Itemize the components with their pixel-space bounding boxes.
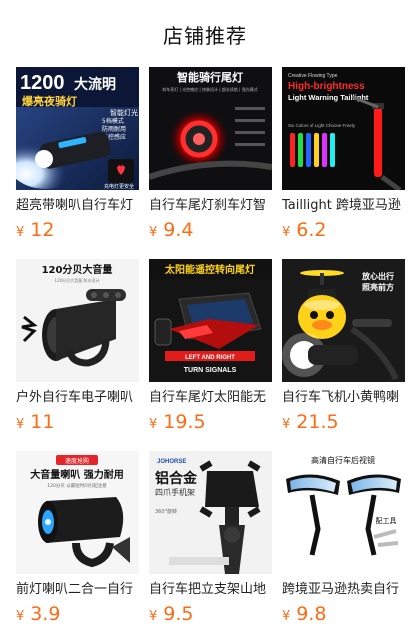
smart-taillight-image: 智能骑行尾灯 刹车亮灯 | 光控感应 | 快装设计 | 超长续航 | 强光模式	[149, 67, 272, 190]
product-image[interactable]: JOHORSE 铝合金 四爪手机架 360°旋转	[149, 451, 272, 574]
svg-text:Six Colors of Light Choose Fr: Six Colors of Light Choose Freely	[288, 123, 356, 128]
product-name[interactable]: 前灯喇叭二合一自行	[16, 581, 139, 599]
svg-text:智能骑行尾灯: 智能骑行尾灯	[177, 70, 243, 84]
svg-text:TURN SIGNALS: TURN SIGNALS	[184, 367, 237, 374]
phone-holder-image: JOHORSE 铝合金 四爪手机架 360°旋转	[149, 451, 272, 574]
svg-text:防雨耐用: 防雨耐用	[102, 125, 126, 133]
bike-mirror-image: 高清自行车后视镜 配工具	[282, 451, 405, 574]
product-card[interactable]: 智能骑行尾灯 刹车亮灯 | 光控感应 | 快装设计 | 超长续航 | 强光模式 …	[149, 67, 272, 244]
product-card[interactable]: 1200 大流明 爆亮夜骑灯 智能灯光 5档模式 防雨耐用 光控感应 充电灯更安…	[16, 67, 139, 244]
svg-text:1200: 1200	[20, 72, 65, 94]
product-price: ¥12	[16, 219, 55, 241]
product-image[interactable]: 太阳能遥控转向尾灯 LEFT AND RIGHT TURN SIGNALS	[149, 259, 272, 382]
svg-text:120分贝 以最短时间引起注意: 120分贝 以最短时间引起注意	[47, 482, 107, 489]
svg-text:360°旋转: 360°旋转	[155, 508, 177, 515]
page-title: 店铺推荐	[163, 24, 247, 48]
svg-text:刹车亮灯 | 光控感应 | 快装设计 | 超长续航 | 强光: 刹车亮灯 | 光控感应 | 快装设计 | 超长续航 | 强光模式	[162, 86, 258, 92]
product-price: ¥9.8	[282, 603, 327, 625]
product-card[interactable]: JOHORSE 铝合金 四爪手机架 360°旋转 自行车把立支架山地 ¥9.5	[149, 451, 272, 628]
solar-taillight-image: 太阳能遥控转向尾灯 LEFT AND RIGHT TURN SIGNALS	[149, 259, 272, 382]
product-card[interactable]: 120分贝大音量 120分贝大音量 防水设计 户外自行车电子喇叭 ¥11	[16, 259, 139, 436]
svg-text:智能灯光: 智能灯光	[110, 108, 138, 117]
svg-text:大音量喇叭 强力耐用: 大音量喇叭 强力耐用	[30, 468, 123, 481]
product-name[interactable]: 超亮带喇叭自行车灯	[16, 197, 139, 215]
product-price: ¥9.5	[149, 603, 194, 625]
svg-text:大流明: 大流明	[74, 76, 116, 93]
product-card[interactable]: 高清自行车后视镜 配工具 跨境亚马逊热卖自行 ¥9.8	[282, 451, 405, 628]
svg-text:LEFT AND RIGHT: LEFT AND RIGHT	[185, 355, 235, 361]
product-card[interactable]: Creative Flowing Type High-brightness Li…	[282, 67, 405, 244]
product-card[interactable]: 速度抢购 大音量喇叭 强力耐用 120分贝 以最短时间引起注意 前灯喇叭二合一自…	[16, 451, 139, 628]
duck-bell-image: 放心出行 照亮前方	[282, 259, 405, 382]
svg-text:放心出行: 放心出行	[361, 271, 394, 281]
product-name[interactable]: 自行车尾灯太阳能无	[149, 389, 272, 407]
svg-text:充电灯更安全: 充电灯更安全	[104, 183, 134, 190]
product-price: ¥21.5	[282, 411, 339, 433]
product-price: ¥9.4	[149, 219, 194, 241]
svg-text:铝合金: 铝合金	[155, 470, 198, 487]
svg-text:太阳能遥控转向尾灯: 太阳能遥控转向尾灯	[164, 263, 255, 276]
svg-text:120分贝大音量: 120分贝大音量	[42, 263, 113, 276]
product-image[interactable]: 高清自行车后视镜 配工具	[282, 451, 405, 574]
svg-text:JOHORSE: JOHORSE	[157, 459, 186, 465]
svg-text:配工具: 配工具	[376, 517, 397, 525]
product-image[interactable]: 放心出行 照亮前方	[282, 259, 405, 382]
svg-text:速度抢购: 速度抢购	[65, 457, 89, 465]
product-name[interactable]: Taillight 跨境亚马逊	[282, 197, 405, 215]
svg-text:四爪手机架: 四爪手机架	[155, 487, 195, 497]
svg-text:High-brightness: High-brightness	[288, 81, 365, 92]
svg-text:照亮前方: 照亮前方	[362, 282, 394, 292]
svg-text:5档模式: 5档模式	[102, 117, 124, 125]
svg-text:Creative Flowing Type: Creative Flowing Type	[288, 73, 338, 79]
product-image[interactable]: 速度抢购 大音量喇叭 强力耐用 120分贝 以最短时间引起注意	[16, 451, 139, 574]
svg-text:高清自行车后视镜: 高清自行车后视镜	[311, 455, 375, 465]
product-price: ¥3.9	[16, 603, 61, 625]
product-card[interactable]: 太阳能遥控转向尾灯 LEFT AND RIGHT TURN SIGNALS 自行…	[149, 259, 272, 436]
product-name[interactable]: 自行车把立支架山地	[149, 581, 272, 599]
product-name[interactable]: 自行车尾灯刹车灯智	[149, 197, 272, 215]
led-taillight-image: Creative Flowing Type High-brightness Li…	[282, 67, 405, 190]
svg-text:爆亮夜骑灯: 爆亮夜骑灯	[22, 94, 77, 108]
horn-light-combo-image: 速度抢购 大音量喇叭 强力耐用 120分贝 以最短时间引起注意	[16, 451, 139, 574]
product-card[interactable]: 放心出行 照亮前方 自行车飞机小黄鸭喇 ¥21.5	[282, 259, 405, 436]
product-image[interactable]: 120分贝大音量 120分贝大音量 防水设计	[16, 259, 139, 382]
product-price: ¥11	[16, 411, 55, 433]
bike-headlight-image: 1200 大流明 爆亮夜骑灯 智能灯光 5档模式 防雨耐用 光控感应 充电灯更安…	[16, 67, 139, 190]
product-name[interactable]: 自行车飞机小黄鸭喇	[282, 389, 405, 407]
product-price: ¥6.2	[282, 219, 327, 241]
product-name[interactable]: 户外自行车电子喇叭	[16, 389, 139, 407]
bike-horn-image: 120分贝大音量 120分贝大音量 防水设计	[16, 259, 139, 382]
product-image[interactable]: Creative Flowing Type High-brightness Li…	[282, 67, 405, 190]
svg-text:120分贝大音量 防水设计: 120分贝大音量 防水设计	[55, 277, 100, 283]
product-image[interactable]: 智能骑行尾灯 刹车亮灯 | 光控感应 | 快装设计 | 超长续航 | 强光模式	[149, 67, 272, 190]
product-name[interactable]: 跨境亚马逊热卖自行	[282, 581, 405, 599]
product-price: ¥19.5	[149, 411, 206, 433]
product-image[interactable]: 1200 大流明 爆亮夜骑灯 智能灯光 5档模式 防雨耐用 光控感应 充电灯更安…	[16, 67, 139, 190]
